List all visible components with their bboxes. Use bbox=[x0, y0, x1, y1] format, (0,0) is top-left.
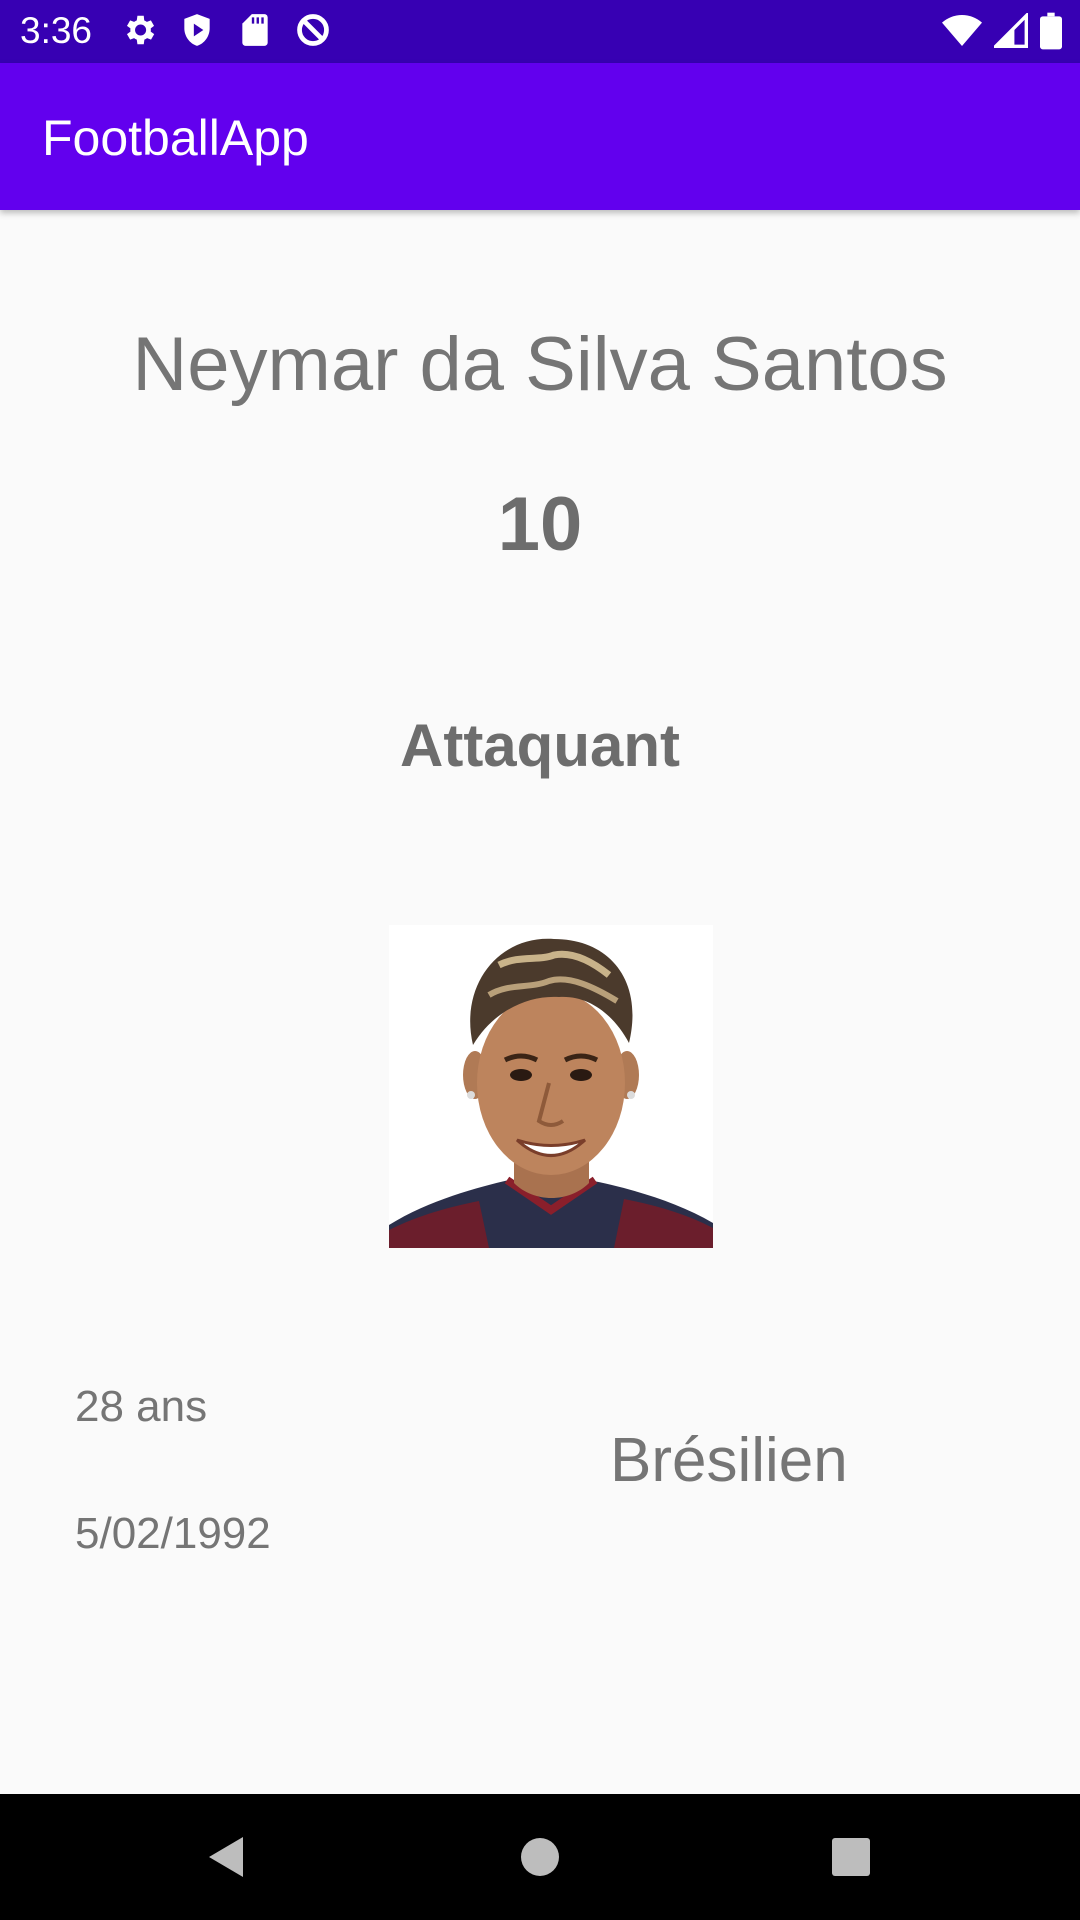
cell-signal-icon bbox=[994, 13, 1028, 48]
status-bar: 3:36 bbox=[0, 0, 1080, 63]
recents-icon bbox=[832, 1838, 870, 1876]
status-time: 3:36 bbox=[20, 10, 93, 51]
home-icon bbox=[521, 1838, 559, 1876]
recents-button[interactable] bbox=[776, 1794, 926, 1920]
data-saver-icon bbox=[297, 14, 329, 46]
play-protect-icon bbox=[184, 14, 210, 46]
player-position: Attaquant bbox=[400, 712, 680, 779]
back-icon bbox=[209, 1837, 243, 1877]
player-portrait-icon bbox=[389, 925, 713, 1248]
player-birthdate: 5/02/1992 bbox=[75, 1509, 271, 1558]
wifi-icon bbox=[942, 15, 982, 46]
navigation-bar bbox=[0, 1794, 1080, 1920]
player-age: 28 ans bbox=[75, 1382, 208, 1431]
home-button[interactable] bbox=[465, 1794, 615, 1920]
app-bar: FootballApp bbox=[0, 63, 1080, 210]
battery-icon bbox=[1040, 12, 1062, 50]
status-icons-right bbox=[942, 12, 1062, 50]
status-icons-left bbox=[120, 11, 332, 49]
sd-card-icon bbox=[242, 14, 268, 46]
back-button[interactable] bbox=[150, 1794, 300, 1920]
app-title: FootballApp bbox=[42, 110, 309, 166]
player-number: 10 bbox=[497, 482, 583, 567]
settings-icon bbox=[126, 15, 155, 45]
player-photo bbox=[389, 925, 713, 1248]
player-nationality: Brésilien bbox=[610, 1426, 848, 1495]
screen: 3:36 FootballApp Neymar da Silva Santos … bbox=[0, 0, 1080, 1920]
player-name: Neymar da Silva Santos bbox=[132, 322, 948, 407]
